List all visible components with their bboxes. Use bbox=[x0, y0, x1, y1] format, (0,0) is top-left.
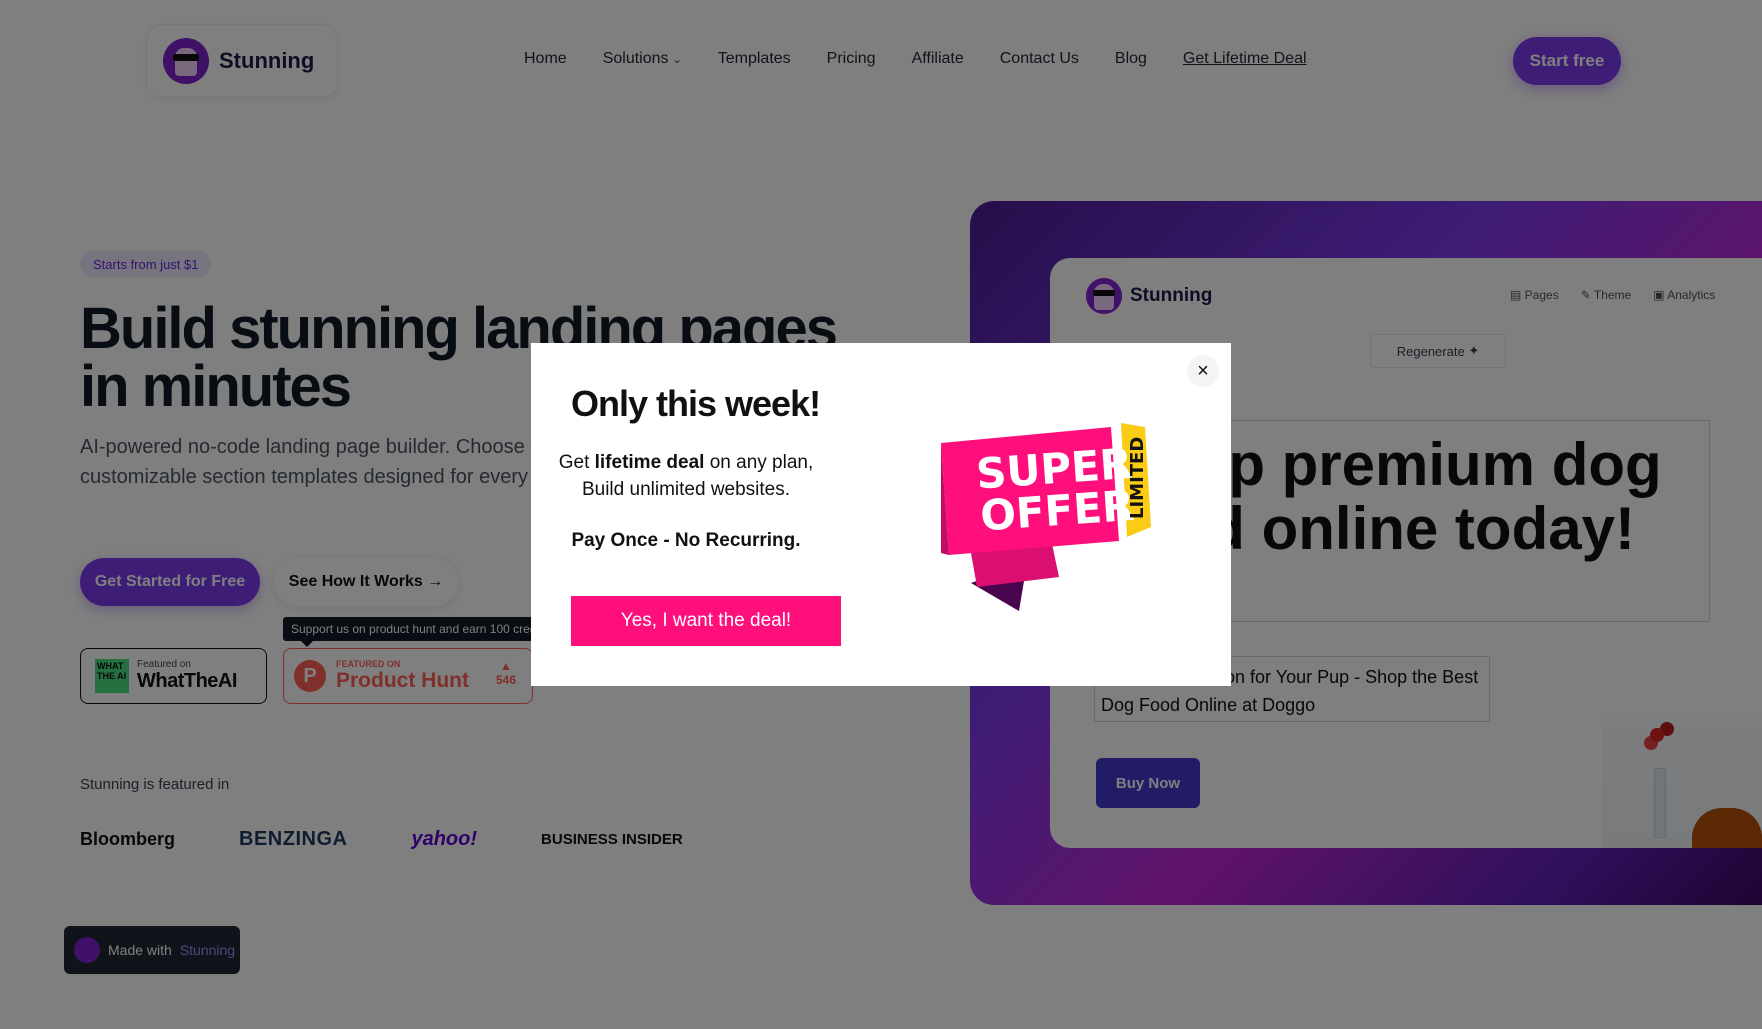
super-offer-ribbon-icon: SUPER OFFER LIMITED bbox=[941, 423, 1151, 611]
ribbon-limited-text: LIMITED bbox=[1127, 437, 1148, 519]
modal-title: Only this week! bbox=[571, 383, 821, 424]
modal-body: Get lifetime deal on any plan, Build unl… bbox=[558, 452, 814, 500]
close-icon[interactable]: × bbox=[1187, 355, 1219, 387]
modal-no-recurring: Pay Once - No Recurring. bbox=[571, 530, 801, 551]
lifetime-deal-modal: × Only this week! Get lifetime deal on a… bbox=[531, 343, 1231, 686]
claim-deal-button[interactable]: Yes, I want the deal! bbox=[571, 596, 841, 646]
